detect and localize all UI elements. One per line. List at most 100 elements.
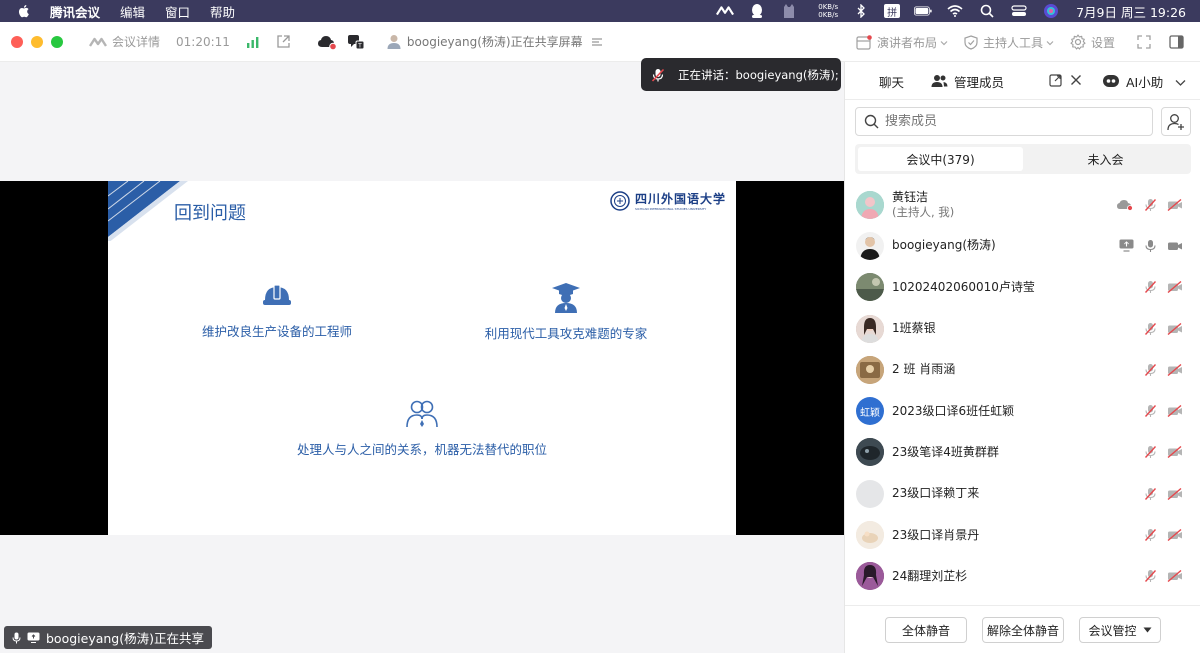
tab-chat[interactable]: 聊天 [859, 62, 904, 100]
camera-off-icon[interactable] [1167, 198, 1183, 211]
input-method-icon[interactable]: 拼 [884, 4, 901, 19]
mic-icon [12, 632, 21, 643]
window-controls [11, 35, 71, 48]
transcription-icon[interactable]: T [347, 34, 365, 50]
camera-off-icon[interactable] [1167, 405, 1183, 418]
close-panel-icon[interactable] [1070, 74, 1082, 89]
unmute-all-button[interactable]: 解除全体静音 [982, 617, 1064, 643]
signal-strength-icon[interactable] [246, 36, 260, 48]
bluetooth-icon[interactable] [852, 4, 870, 18]
avatar [856, 355, 884, 384]
mic-muted-icon[interactable] [1144, 322, 1157, 336]
mic-muted-icon[interactable] [1144, 445, 1157, 459]
popout-panel-icon[interactable] [1049, 74, 1062, 90]
spotlight-search-icon[interactable] [978, 4, 996, 18]
mic-muted-icon[interactable] [1144, 528, 1157, 542]
wifi-icon[interactable] [946, 4, 964, 18]
slide-point-engineer: 维护改良生产设备的工程师 [192, 281, 362, 340]
people-icon [406, 400, 438, 428]
speaker-layout-button[interactable]: 演讲者布局 [856, 34, 948, 51]
share-status-bar[interactable]: boogieyang(杨涛)正在共享 [4, 626, 212, 649]
member-status-segment: 会议中(379) 未入会 [855, 144, 1191, 174]
cat-tray-icon[interactable] [780, 4, 798, 18]
mic-icon[interactable] [1144, 239, 1157, 253]
segment-in-meeting[interactable]: 会议中(379) [858, 147, 1023, 171]
avatar [856, 231, 884, 260]
member-row[interactable]: 23级笔译4班黄群群 [845, 432, 1200, 473]
member-row[interactable]: 23级口译赖丁来 [845, 473, 1200, 514]
member-name: 10202402060010卢诗莹 [892, 279, 1035, 294]
member-row[interactable]: 2 班 肖雨涵 [845, 349, 1200, 390]
sidebar-toggle-icon[interactable] [1169, 35, 1184, 49]
menu-window[interactable]: 窗口 [165, 2, 190, 21]
chevron-down-icon [1046, 35, 1054, 49]
member-row[interactable]: 虹颖 2023级口译6班任虹颖 [845, 390, 1200, 431]
mic-muted-icon[interactable] [1144, 280, 1157, 294]
member-row[interactable]: 10202402060010卢诗莹 [845, 267, 1200, 308]
camera-off-icon[interactable] [1167, 570, 1183, 583]
panel-tabs: 聊天 管理成员 AI小助 [845, 62, 1200, 100]
tab-ai-assistant[interactable]: AI小助 [1102, 62, 1164, 100]
tab-members[interactable]: 管理成员 [931, 62, 1004, 100]
speaking-toast-text: 正在讲话：boogieyang(杨涛); [678, 67, 839, 82]
member-name: 2023级口译6班任虹颖 [892, 403, 1015, 418]
tab-members-label: 管理成员 [954, 74, 1005, 90]
mic-muted-icon [651, 68, 665, 82]
menu-edit[interactable]: 编辑 [120, 2, 145, 21]
mute-all-button[interactable]: 全体静音 [885, 617, 967, 643]
university-logo-text: 四川外国语大学 [634, 192, 726, 206]
camera-off-icon[interactable] [1167, 363, 1183, 376]
tencent-meeting-tray-icon[interactable] [716, 4, 735, 18]
member-search-box[interactable] [855, 107, 1153, 136]
mic-muted-icon[interactable] [1144, 487, 1157, 501]
mic-muted-icon[interactable] [1144, 569, 1157, 583]
member-row[interactable]: boogieyang(杨涛) [845, 225, 1200, 266]
invite-member-button[interactable] [1161, 107, 1191, 136]
settings-button[interactable]: 设置 [1070, 34, 1115, 51]
speaker-layout-label: 演讲者布局 [876, 35, 937, 50]
mic-muted-icon[interactable] [1144, 404, 1157, 418]
cloud-record-icon[interactable] [317, 34, 337, 50]
minimize-window-button[interactable] [31, 35, 43, 48]
camera-off-icon[interactable] [1167, 487, 1183, 500]
slide-point-relations: 处理人与人之间的关系，机器无法替代的职位 [272, 399, 572, 458]
member-row[interactable]: 23级口译肖景丹 [845, 514, 1200, 555]
member-row[interactable]: 黄钰洁 (主持人, 我) [845, 184, 1200, 225]
mic-muted-icon[interactable] [1144, 363, 1157, 377]
apple-logo-icon[interactable] [16, 3, 32, 19]
camera-off-icon[interactable] [1167, 322, 1183, 335]
presentation-slide: 回到问题 四川外国语大学 SICHUAN INTERNATIONAL STUDI… [108, 181, 736, 535]
popout-icon[interactable] [276, 34, 291, 49]
members-icon [931, 75, 948, 87]
member-row[interactable]: 1班蔡银 [845, 308, 1200, 349]
host-tools-button[interactable]: 主持人工具 [964, 34, 1054, 51]
layout-icon [856, 34, 872, 50]
fullscreen-icon[interactable] [1137, 35, 1151, 49]
close-window-button[interactable] [11, 35, 23, 48]
maximize-window-button[interactable] [51, 35, 63, 48]
sharing-indicator[interactable]: boogieyang(杨涛)正在共享屏幕 [387, 33, 603, 50]
menubar-clock[interactable]: 7月9日 周三 19:26 [1076, 2, 1186, 21]
battery-icon[interactable] [914, 4, 932, 18]
siri-icon[interactable] [1042, 4, 1060, 18]
member-name: 23级口译赖丁来 [892, 486, 980, 501]
mic-muted-icon[interactable] [1144, 198, 1157, 212]
graduate-icon [552, 283, 580, 313]
chevron-down-icon[interactable] [1175, 76, 1186, 90]
member-row[interactable]: 24翻理刘芷杉 [845, 556, 1200, 597]
menu-help[interactable]: 帮助 [210, 2, 235, 21]
avatar [856, 273, 884, 302]
meeting-details-button[interactable]: 会议详情 [89, 33, 160, 50]
qq-tray-icon[interactable] [748, 4, 766, 18]
menu-app-name[interactable]: 腾讯会议 [50, 2, 100, 21]
segment-not-joined[interactable]: 未入会 [1023, 147, 1188, 171]
stop-share-icon[interactable] [591, 37, 603, 47]
camera-off-icon[interactable] [1167, 446, 1183, 459]
control-center-icon[interactable] [1010, 4, 1028, 18]
member-search-input[interactable] [885, 114, 1135, 129]
camera-icon[interactable] [1167, 240, 1183, 252]
presenter-avatar-icon [387, 34, 401, 49]
camera-off-icon[interactable] [1167, 529, 1183, 542]
camera-off-icon[interactable] [1167, 281, 1183, 294]
meeting-control-button[interactable]: 会议管控 [1079, 617, 1161, 643]
